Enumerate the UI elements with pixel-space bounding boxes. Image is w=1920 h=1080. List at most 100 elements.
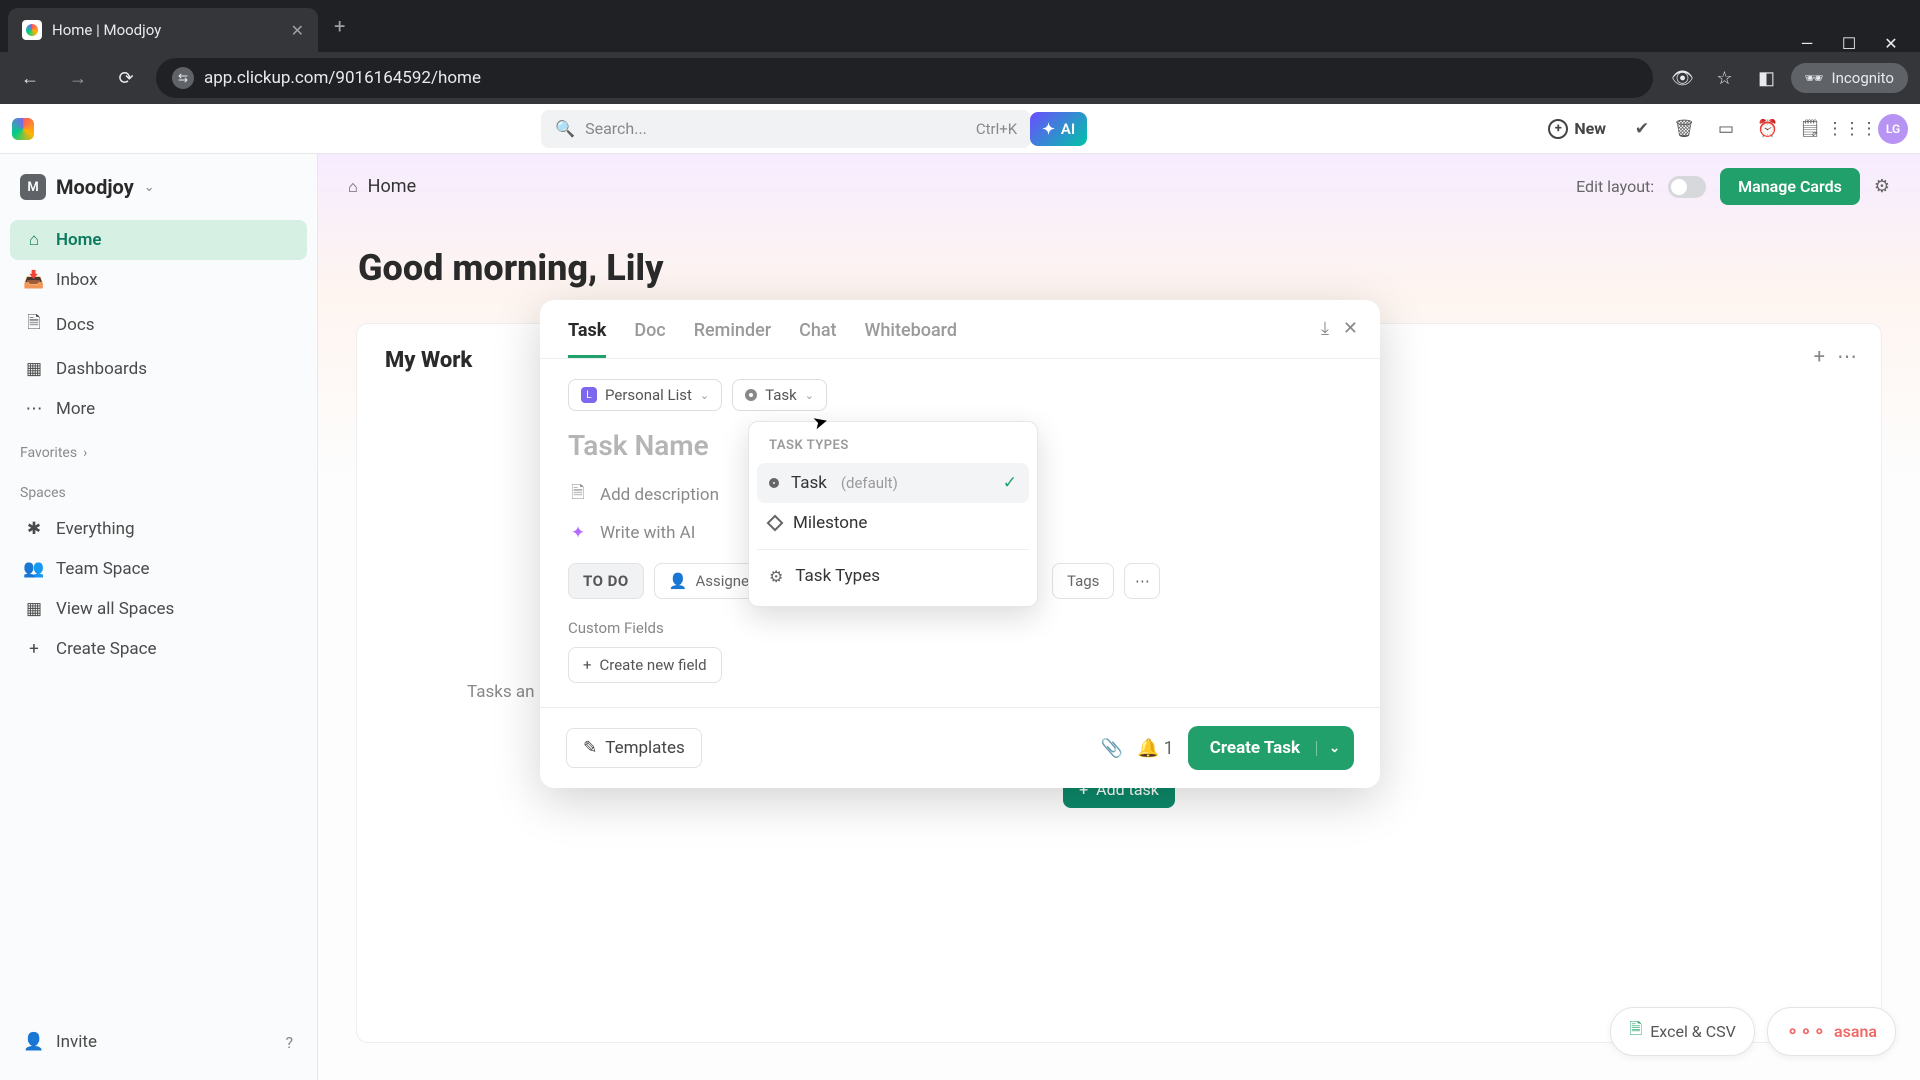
manage-cards-button[interactable]: Manage Cards xyxy=(1720,168,1860,205)
create-task-button[interactable]: Create Task ⌄ xyxy=(1188,726,1354,770)
list-label: Personal List xyxy=(605,386,692,404)
sidebar-item-inbox[interactable]: 📥 Inbox xyxy=(10,260,307,300)
dropdown-item-task[interactable]: Task (default) ✓ xyxy=(757,463,1029,503)
spreadsheet-icon: 🗎 xyxy=(1629,1018,1642,1045)
dropdown-item-label: Milestone xyxy=(793,513,867,533)
notifications-button[interactable]: 🔔 1 xyxy=(1137,738,1174,759)
url-bar[interactable]: ⇆ app.clickup.com/9016164592/home xyxy=(156,58,1653,98)
attachment-button[interactable]: 📎 xyxy=(1101,738,1123,759)
templates-label: Templates xyxy=(605,738,685,758)
close-window-icon[interactable]: ✕ xyxy=(1882,34,1900,52)
check-circle-icon[interactable]: ✔ xyxy=(1626,113,1658,145)
tab-task[interactable]: Task xyxy=(568,320,606,358)
close-modal-icon[interactable]: ✕ xyxy=(1343,318,1358,339)
tab-reminder[interactable]: Reminder xyxy=(694,320,771,358)
global-search[interactable]: 🔍 Search... Ctrl+K ✦ AI xyxy=(541,110,1031,148)
excel-csv-pill[interactable]: 🗎 Excel & CSV xyxy=(1610,1007,1755,1056)
main-header: ⌂ Home Edit layout: Manage Cards ⚙ xyxy=(318,154,1920,219)
sidebar-item-more[interactable]: ⋯ More xyxy=(10,389,307,429)
task-type-label: Task xyxy=(765,386,797,404)
browser-tab[interactable]: Home | Moodjoy ✕ xyxy=(8,8,318,52)
help-icon[interactable]: ? xyxy=(285,1033,293,1052)
minimize-icon[interactable]: ― xyxy=(1798,34,1816,52)
create-field-label: Create new field xyxy=(600,656,707,674)
templates-button[interactable]: ✎ Templates xyxy=(566,728,702,768)
close-tab-icon[interactable]: ✕ xyxy=(291,21,304,40)
plus-icon: + xyxy=(24,639,44,659)
sidebar-item-home[interactable]: ⌂ Home xyxy=(10,220,307,260)
app-header: 🔍 Search... Ctrl+K ✦ AI + New ✔ 🗑 ▭ ⏰ 🗒 … xyxy=(0,104,1920,154)
incognito-indicator[interactable]: 🕶 Incognito xyxy=(1791,63,1909,93)
sidebar-item-label: Team Space xyxy=(56,559,150,579)
back-button[interactable]: ← xyxy=(12,60,48,96)
sidebar-item-view-all-spaces[interactable]: ▦ View all Spaces xyxy=(10,589,307,629)
task-type-chip[interactable]: Task ⌄ xyxy=(732,379,827,411)
chevron-down-icon[interactable]: ⌄ xyxy=(1316,741,1340,756)
maximize-icon[interactable]: ☐ xyxy=(1840,34,1858,52)
tab-chat[interactable]: Chat xyxy=(799,320,836,358)
tab-favicon xyxy=(22,20,42,40)
site-settings-icon[interactable]: ⇆ xyxy=(172,67,194,89)
eye-off-icon[interactable]: 👁 xyxy=(1665,60,1701,96)
chevron-down-icon: ⌄ xyxy=(700,389,709,402)
asana-pill[interactable]: ⚬⚬⚬ asana xyxy=(1767,1007,1896,1056)
forward-button[interactable]: → xyxy=(60,60,96,96)
invite-button[interactable]: 👤 Invite xyxy=(24,1026,97,1058)
sidebar-item-dashboards[interactable]: ▦ Dashboards xyxy=(10,349,307,389)
docs-icon: 🗎 xyxy=(24,310,44,339)
person-icon: 👤 xyxy=(669,572,688,590)
gear-icon[interactable]: ⚙ xyxy=(1874,176,1890,197)
minimize-modal-icon[interactable]: ⤓ xyxy=(1321,318,1329,339)
favorites-section[interactable]: Favorites › xyxy=(10,429,307,469)
record-icon xyxy=(745,389,757,401)
status-pill[interactable]: TO DO xyxy=(568,563,644,599)
people-icon: 👥 xyxy=(24,559,44,579)
sidebar-item-label: Dashboards xyxy=(56,359,147,379)
ai-button[interactable]: ✦ AI xyxy=(1030,112,1087,146)
apps-grid-icon[interactable]: ⋮⋮⋮ xyxy=(1836,113,1868,145)
add-icon[interactable]: + xyxy=(1814,344,1825,368)
wand-icon: ✎ xyxy=(583,738,597,758)
chevron-down-icon: ⌄ xyxy=(144,180,155,195)
create-field-button[interactable]: + Create new field xyxy=(568,647,722,683)
edit-layout-toggle[interactable] xyxy=(1668,176,1706,198)
dropdown-item-task-types[interactable]: ⚙ Task Types xyxy=(757,556,1029,596)
record-icon xyxy=(769,478,779,488)
video-icon[interactable]: ▭ xyxy=(1710,113,1742,145)
search-shortcut: Ctrl+K xyxy=(976,120,1017,138)
tags-pill[interactable]: Tags xyxy=(1052,563,1114,599)
sidebar-item-docs[interactable]: 🗎 Docs xyxy=(10,300,307,349)
sidebar-item-create-space[interactable]: + Create Space xyxy=(10,629,307,669)
more-pill[interactable]: ⋯ xyxy=(1124,563,1160,599)
new-button[interactable]: + New xyxy=(1538,113,1616,145)
new-tab-button[interactable]: + xyxy=(318,14,361,38)
reload-button[interactable]: ⟳ xyxy=(108,60,144,96)
more-horizontal-icon[interactable]: ⋯ xyxy=(1837,344,1857,368)
list-icon: L xyxy=(581,387,597,403)
tab-whiteboard[interactable]: Whiteboard xyxy=(865,320,957,358)
clickup-logo[interactable] xyxy=(12,118,34,140)
create-task-label: Create Task xyxy=(1210,738,1300,758)
list-selector-chip[interactable]: L Personal List ⌄ xyxy=(568,379,722,411)
plus-icon: + xyxy=(583,656,592,674)
spaces-section: Spaces xyxy=(10,469,307,509)
side-panel-icon[interactable]: ◧ xyxy=(1749,60,1785,96)
edit-layout-label: Edit layout: xyxy=(1576,177,1654,196)
alarm-icon[interactable]: ⏰ xyxy=(1752,113,1784,145)
user-avatar[interactable]: LG xyxy=(1878,114,1908,144)
notification-count: 1 xyxy=(1164,738,1174,759)
sidebar-item-label: Docs xyxy=(56,315,95,335)
notepad-icon[interactable]: 🗒 xyxy=(1794,113,1826,145)
workspace-switcher[interactable]: M Moodjoy ⌄ xyxy=(10,166,307,208)
breadcrumb: Home xyxy=(368,176,416,197)
tab-doc[interactable]: Doc xyxy=(634,320,665,358)
workspace-name: Moodjoy xyxy=(56,175,134,199)
sparkle-icon: ✦ xyxy=(568,523,588,543)
sidebar-item-team-space[interactable]: 👥 Team Space xyxy=(10,549,307,589)
bookmark-star-icon[interactable]: ☆ xyxy=(1707,60,1743,96)
incognito-icon: 🕶 xyxy=(1805,69,1824,87)
trash-icon[interactable]: 🗑 xyxy=(1668,113,1700,145)
sidebar-item-everything[interactable]: ✱ Everything xyxy=(10,509,307,549)
dropdown-item-milestone[interactable]: Milestone xyxy=(757,503,1029,543)
custom-fields-label: Custom Fields xyxy=(568,619,1352,637)
